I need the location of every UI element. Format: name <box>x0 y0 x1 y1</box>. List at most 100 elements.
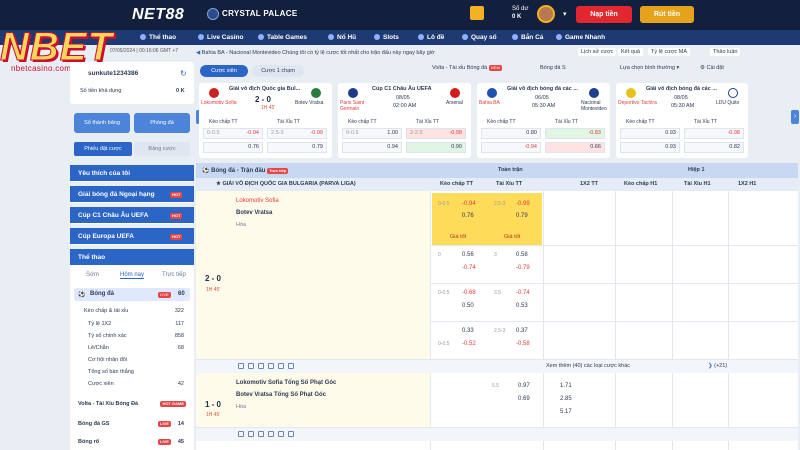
settings-button[interactable]: ⚙ Cài đặt <box>700 65 724 71</box>
football-icon: ⚽ <box>202 168 212 174</box>
odds-row[interactable]: 0 0.56 -0.74 3 0.58 -0.79 <box>436 250 540 280</box>
match-time: 1H 45' <box>206 287 221 293</box>
sidebar-item[interactable]: Tỷ số chính xác 858 <box>88 333 184 339</box>
odds-row[interactable]: 0-0.5 -0.94 0.76 2.5-3 -0.99 0.79 <box>436 199 540 219</box>
sidebar-premier[interactable]: Giải bóng đá Ngoại hạng HOT <box>70 186 194 203</box>
pitch-icon <box>278 431 284 437</box>
home-team[interactable]: Lokomotiv Sofia Tổng Số Phạt Góc <box>236 380 336 386</box>
bet-table-button[interactable]: Số thành bảng <box>74 113 130 133</box>
avatar[interactable] <box>537 5 555 23</box>
away-team[interactable]: Botev Vratsa Tổng Số Phạt Góc <box>236 392 326 398</box>
match-1-info <box>196 191 430 359</box>
main-nav <box>0 30 800 45</box>
tab-today[interactable]: Hôm nay <box>120 272 145 279</box>
tab-results[interactable]: Kết quả <box>618 48 643 56</box>
volta-filter[interactable]: Volta - Tài xỉu Bóng đá NEW <box>432 65 503 71</box>
odds-row[interactable]: 0-0.5 -0.68 0.50 3.5 -0.74 0.53 <box>436 288 540 318</box>
parlay-toggle[interactable]: Cược xiên <box>200 65 248 77</box>
sidebar-europa[interactable]: Cúp Europa UEFA HOT <box>70 228 194 245</box>
tab-early[interactable]: Sớm <box>86 272 99 278</box>
sidebar-favorites[interactable]: Yêu thích của tôi <box>70 165 194 182</box>
more-bets-link[interactable]: Xem thêm (40) các loại cược khác <box>546 363 630 369</box>
nav-table-games[interactable]: Table Games <box>258 30 307 45</box>
col-divider <box>672 191 673 450</box>
draw-label: Hòa <box>236 404 247 410</box>
match-tool-icons[interactable] <box>238 363 298 371</box>
chart-icon <box>258 431 264 437</box>
football-s-filter[interactable]: Bóng đá S <box>540 65 566 71</box>
sidebar-basketball[interactable]: Bóng rổ LIVE 45 <box>78 439 190 445</box>
nav-live-casino[interactable]: Live Casino <box>198 30 243 45</box>
tab-bet-slip[interactable]: Phiếu đặt cược <box>74 142 132 156</box>
refresh-icon[interactable]: ↻ <box>180 69 187 78</box>
tab-odds[interactable]: Tỷ lệ cược MA <box>648 48 691 56</box>
col-1x2-ft: 1X2 TT <box>580 181 599 187</box>
flag-icon <box>288 431 294 437</box>
odds-row[interactable]: 0.33 0-0.5 -0.52 2.5-3 0.37 -0.58 <box>436 326 540 356</box>
sidebar-item[interactable]: Cược xiên 42 <box>88 381 184 387</box>
odds-row[interactable]: 5.5 0.97 0.69 1.71 2.85 5.17 <box>488 381 618 421</box>
match-card[interactable]: Giải vô địch bóng đá các ... 06/05 05:30… <box>477 83 610 158</box>
sidebar-c1[interactable]: Cúp C1 Châu Âu UEFA HOT <box>70 207 194 224</box>
col-ou-ft: Tài Xỉu TT <box>496 181 523 187</box>
room-button[interactable]: Phòng đá <box>134 113 190 133</box>
nav-ban-ca[interactable]: Bắn Cá <box>512 30 543 45</box>
team-crest-icon <box>311 88 321 98</box>
match-card[interactable]: Giải vô địch bóng đá các ... 08/05 05:30… <box>616 83 748 158</box>
nav-lo-de[interactable]: Lô đề <box>418 30 444 45</box>
list-icon <box>268 431 274 437</box>
sidebar-item[interactable]: Tổng số bàn thắng <box>88 369 184 375</box>
sidebar-sports[interactable]: Thể thao <box>70 249 194 266</box>
chevron-down-icon[interactable]: ▾ <box>563 10 567 18</box>
match-score: 2 - 0 <box>205 274 222 283</box>
tv-icon <box>248 431 254 437</box>
deposit-button[interactable]: Nạp tiền <box>576 6 632 23</box>
match-tool-icons[interactable] <box>238 431 298 439</box>
match-card[interactable]: Giải vô địch Quốc gia Bul... 2 - 0 1H 45… <box>199 83 332 158</box>
user-id: sunkute1234386 <box>88 70 139 77</box>
withdraw-button[interactable]: Rút tiền <box>640 6 694 23</box>
credit-label: Số tiền khả dụng <box>80 88 122 94</box>
tab-live[interactable]: Trực tiếp <box>162 272 186 278</box>
sidebar-item[interactable]: Tỷ lệ 1X2 117 <box>88 321 184 327</box>
credit-value: 0 K <box>176 88 185 94</box>
nav-slots[interactable]: Slots <box>374 30 399 45</box>
team-crest-icon <box>589 88 599 98</box>
crystal-palace-logo: CRYSTAL PALACE <box>207 8 297 20</box>
sport-title: ⚽ Bóng đá - Trận đấu Trực tiếp <box>202 168 289 174</box>
col-divider <box>728 191 729 450</box>
one-touch-toggle[interactable]: Cược 1 chạm <box>252 65 304 77</box>
sidebar-item[interactable]: Cơ hội nhân đôi <box>88 357 184 363</box>
row-divider <box>430 321 798 322</box>
nav-no-hu[interactable]: Nổ Hũ <box>328 30 356 45</box>
sidebar-bd-gs[interactable]: Bóng đá GS LIVE 14 <box>78 421 190 427</box>
list-icon <box>268 363 274 369</box>
user-date: 07/05/2024 | 00:16:06 GMT +7 <box>110 48 179 54</box>
tab-discuss[interactable]: Thảo luận <box>710 48 741 56</box>
team-crest-icon <box>487 88 497 98</box>
half-header: Hiệp 1 <box>688 167 705 173</box>
best-odds-label[interactable]: Giá tốt <box>504 234 520 240</box>
nav-quay-so[interactable]: Quay số <box>462 30 497 45</box>
row-divider <box>430 245 798 246</box>
tab-history[interactable]: Lịch sử cược <box>578 48 617 56</box>
tab-bet-list[interactable]: Bảng cược <box>134 142 190 156</box>
more-bets-count[interactable]: ❯ (+21) <box>708 363 727 369</box>
selection-dropdown[interactable]: Lựa chọn bình thường ▾ <box>620 65 679 71</box>
away-team[interactable]: Botev Vratsa <box>236 210 272 216</box>
nav-game-nhanh[interactable]: Game Nhanh <box>556 30 605 45</box>
nav-sports[interactable]: Thể thao <box>140 30 176 45</box>
sidebar-item[interactable]: Lẻ/Chẵn 68 <box>88 345 184 351</box>
match-card[interactable]: Cúp C1 Châu Âu UEFA 08/05 02:00 AM Paris… <box>338 83 471 158</box>
sidebar-football[interactable]: ⚽ Bóng đá LIVE 60 <box>74 288 190 301</box>
sidebar-volta[interactable]: Volta - Tài Xỉu Bóng Đá HOT GAME <box>78 401 190 407</box>
flag-icon <box>288 363 294 369</box>
home-team[interactable]: Lokomotiv Sofia <box>236 198 279 204</box>
league-title: ★ GIẢI VÔ ĐỊCH QUỐC GIA BULGARIA (PARVA … <box>216 181 356 187</box>
best-odds-label[interactable]: Giá tốt <box>450 234 466 240</box>
gift-icon[interactable] <box>470 6 484 20</box>
carousel-right-icon[interactable]: › <box>791 110 799 124</box>
net88-logo[interactable]: NET88 <box>132 6 184 24</box>
col-handicap-h1: Kèo chấp H1 <box>624 181 658 187</box>
sidebar-item[interactable]: Kèo chấp & tài xỉu 322 <box>84 308 184 314</box>
